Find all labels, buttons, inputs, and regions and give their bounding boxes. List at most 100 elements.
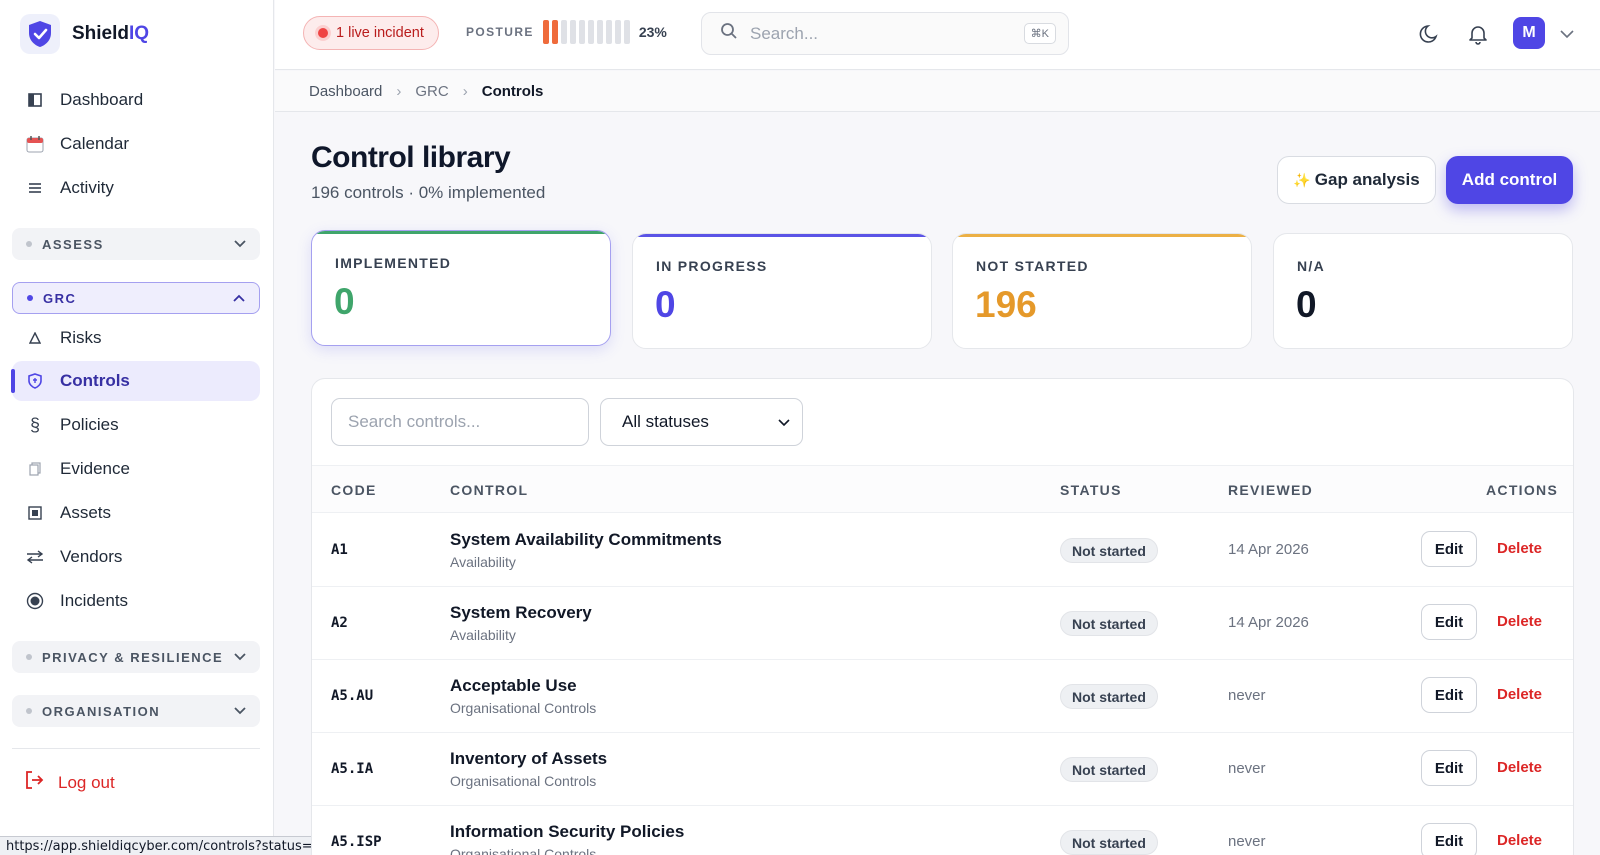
stat-card-in-progress[interactable]: IN PROGRESS 0 (632, 233, 932, 349)
posture-segment (578, 20, 585, 44)
posture-segment (560, 20, 567, 44)
column-header-actions: ACTIONS (1486, 482, 1559, 498)
sidebar-item-vendors[interactable]: Vendors (12, 537, 260, 577)
sidebar-item-policies[interactable]: § Policies (12, 405, 260, 445)
stat-value: 196 (975, 284, 1037, 325)
posture-segment (551, 20, 558, 44)
control-code: A5.AU (331, 688, 374, 704)
status-badge: Not started (1060, 830, 1158, 855)
section-dot (26, 241, 32, 247)
live-dot-icon (318, 28, 328, 38)
stat-value: 0 (655, 284, 676, 325)
control-name[interactable]: System Availability Commitments (450, 530, 722, 550)
logout-icon (24, 770, 44, 795)
table-row[interactable]: A5.AU Acceptable Use Organisational Cont… (312, 660, 1573, 733)
section-grc[interactable]: GRC (12, 282, 260, 314)
control-category: Availability (450, 627, 516, 643)
chevron-right-icon: › (396, 82, 402, 100)
brand-name: ShieldIQ (72, 23, 150, 44)
stat-card-na[interactable]: N/A 0 (1273, 233, 1573, 349)
chevron-down-icon[interactable] (1553, 20, 1581, 48)
logout-button[interactable]: Log out (24, 770, 115, 795)
posture-segment (569, 20, 576, 44)
stat-value: 0 (1296, 284, 1317, 325)
sparkle-icon: ✨ (1293, 171, 1311, 188)
brand[interactable]: ShieldIQ (20, 14, 149, 54)
sidebar-item-controls[interactable]: Controls (11, 361, 260, 401)
sidebar-item-activity[interactable]: Activity (12, 168, 260, 208)
sidebar-item-risks[interactable]: Risks (12, 318, 260, 358)
delete-button[interactable]: Delete (1497, 832, 1542, 849)
control-name[interactable]: Inventory of Assets (450, 749, 607, 769)
breadcrumb-dashboard[interactable]: Dashboard (309, 83, 382, 100)
column-header-status[interactable]: STATUS (1060, 482, 1122, 498)
reviewed-date: 14 Apr 2026 (1228, 614, 1309, 631)
target-icon (24, 590, 46, 612)
section-dot (27, 295, 33, 301)
control-code: A2 (331, 615, 348, 631)
bell-icon[interactable] (1464, 20, 1492, 48)
edit-button[interactable]: Edit (1421, 823, 1477, 855)
section-privacy-resilience[interactable]: PRIVACY & RESILIENCE (12, 641, 260, 673)
table-header: CODE CONTROL STATUS REVIEWED ACTIONS (312, 465, 1573, 513)
chevron-down-icon (778, 412, 790, 432)
sidebar-item-dashboard[interactable]: Dashboard (12, 80, 260, 120)
edit-button[interactable]: Edit (1421, 604, 1477, 640)
delete-button[interactable]: Delete (1497, 613, 1542, 630)
asset-icon (24, 502, 46, 524)
table-row[interactable]: A5.IA Inventory of Assets Organisational… (312, 733, 1573, 806)
stat-card-implemented[interactable]: IMPLEMENTED 0 (311, 230, 611, 346)
table-row[interactable]: A5.ISP Information Security Policies Org… (312, 806, 1573, 855)
sidebar-item-incidents[interactable]: Incidents (12, 581, 260, 621)
add-control-button[interactable]: Add control (1446, 156, 1573, 204)
edit-button[interactable]: Edit (1421, 531, 1477, 567)
control-name[interactable]: Acceptable Use (450, 676, 577, 696)
gap-analysis-button[interactable]: ✨ Gap analysis (1277, 156, 1436, 204)
sidebar-item-evidence[interactable]: Evidence (12, 449, 260, 489)
control-category: Organisational Controls (450, 700, 597, 716)
status-badge: Not started (1060, 757, 1158, 782)
control-name[interactable]: Information Security Policies (450, 822, 684, 842)
status-badge: Not started (1060, 538, 1158, 563)
section-assess[interactable]: ASSESS (12, 228, 260, 260)
column-header-reviewed[interactable]: REVIEWED (1228, 482, 1313, 498)
dashboard-icon (24, 89, 46, 111)
table-row[interactable]: A2 System Recovery Availability Not star… (312, 587, 1573, 660)
delete-button[interactable]: Delete (1497, 540, 1542, 557)
table-row[interactable]: A1 System Availability Commitments Avail… (312, 514, 1573, 587)
global-search[interactable]: ⌘K (701, 12, 1069, 55)
sidebar-item-assets[interactable]: Assets (12, 493, 260, 533)
delete-button[interactable]: Delete (1497, 686, 1542, 703)
column-header-code[interactable]: CODE (331, 482, 377, 498)
edit-button[interactable]: Edit (1421, 677, 1477, 713)
status-filter-select[interactable]: All statuses (600, 398, 803, 446)
delete-button[interactable]: Delete (1497, 759, 1542, 776)
control-name[interactable]: System Recovery (450, 603, 592, 623)
section-dot (26, 708, 32, 714)
shortcut-hint: ⌘K (1023, 23, 1056, 44)
control-category: Organisational Controls (450, 846, 597, 855)
live-incident-badge[interactable]: 1 live incident (303, 16, 439, 50)
avatar[interactable]: M (1513, 17, 1545, 49)
topbar: 1 live incident POSTURE 23% ⌘K M (275, 0, 1600, 70)
search-controls-input[interactable] (331, 398, 589, 446)
stat-accent-bar (312, 231, 610, 234)
section-dot (26, 654, 32, 660)
moon-icon[interactable] (1416, 20, 1444, 48)
chevron-up-icon (233, 294, 245, 302)
stat-accent-bar (633, 234, 931, 237)
chevron-down-icon (234, 707, 246, 715)
sidebar-item-calendar[interactable]: Calendar (12, 124, 260, 164)
posture-bar (542, 20, 630, 44)
stat-card-not-started[interactable]: NOT STARTED 196 (952, 233, 1252, 349)
reviewed-date: 14 Apr 2026 (1228, 541, 1309, 558)
posture-segment (542, 20, 549, 44)
global-search-input[interactable] (750, 23, 1012, 44)
column-header-control[interactable]: CONTROL (450, 482, 528, 498)
stat-value: 0 (334, 281, 355, 322)
posture-segment (596, 20, 603, 44)
edit-button[interactable]: Edit (1421, 750, 1477, 786)
status-badge: Not started (1060, 684, 1158, 709)
section-organisation[interactable]: ORGANISATION (12, 695, 260, 727)
breadcrumb-grc[interactable]: GRC (415, 83, 448, 100)
